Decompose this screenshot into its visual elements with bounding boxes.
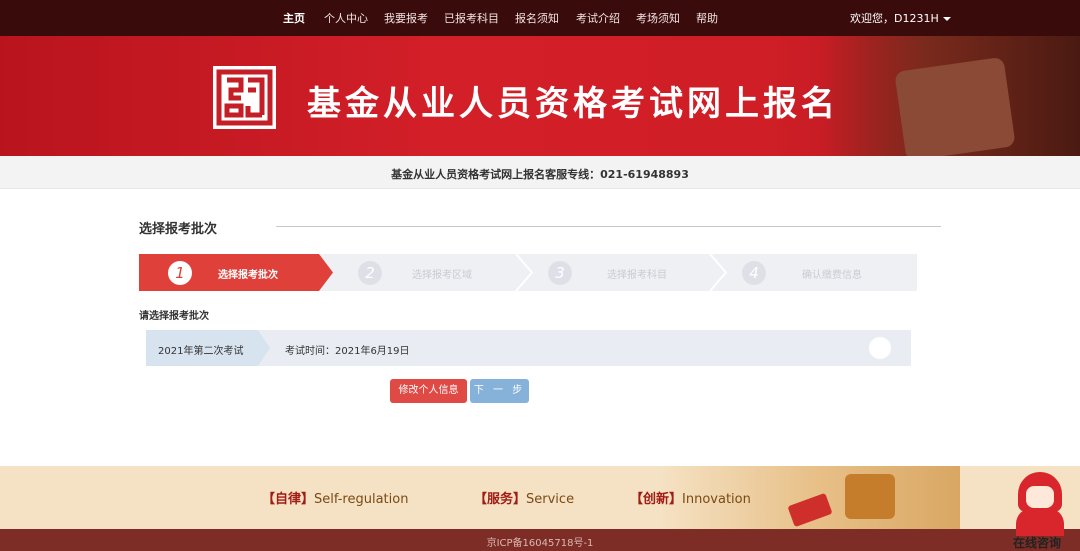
step-label: 选择报考区域: [412, 270, 472, 281]
step-number: 4: [742, 261, 766, 285]
nav-exam-intro[interactable]: 考试介绍: [576, 10, 620, 26]
nav-apply[interactable]: 我要报考: [384, 10, 428, 26]
motto-service: 【服务】Service: [474, 492, 575, 507]
batch-tag: 2021年第二次考试: [146, 330, 270, 366]
step-4: 4 确认缴费信息: [721, 254, 917, 291]
user-menu[interactable]: 欢迎您，D1231H: [850, 10, 951, 26]
top-nav: 主页 个人中心 我要报考 已报考科目 报名须知 考试介绍 考场须知 帮助 欢迎您…: [0, 0, 1080, 36]
header-banner: 基金从业人员资格考试网上报名: [0, 36, 1080, 156]
page-title: 选择报考批次: [139, 222, 218, 237]
hotline-bar: 基金从业人员资格考试网上报名客服专线：021-61948893: [0, 156, 1080, 189]
nav-registered-subjects[interactable]: 已报考科目: [444, 10, 499, 26]
step-number: 1: [168, 261, 192, 285]
step-2: 2 选择报考区域: [333, 254, 527, 291]
banner-title: 基金从业人员资格考试网上报名: [307, 84, 839, 124]
step-3: 3 选择报考科目: [527, 254, 721, 291]
next-step-button[interactable]: 下 一 步: [470, 379, 529, 403]
hotline-text: 基金从业人员资格考试网上报名客服专线：021-61948893: [391, 168, 689, 181]
batch-exam-time: 考试时间：2021年6月19日: [285, 346, 410, 357]
nav-home[interactable]: 主页: [283, 10, 305, 26]
online-consult-widget[interactable]: 在线咨询: [1010, 470, 1070, 551]
step-label: 选择报考批次: [218, 270, 278, 281]
footer-seal-image: [845, 474, 895, 519]
batch-prompt: 请选择报考批次: [139, 311, 209, 322]
chevron-right-icon: [709, 254, 728, 291]
title-divider: [276, 226, 941, 227]
batch-option-row[interactable]: 2021年第二次考试 考试时间：2021年6月19日: [146, 330, 911, 366]
seal-image: [894, 56, 1016, 156]
edit-profile-button[interactable]: 修改个人信息: [390, 379, 467, 403]
batch-name: 2021年第二次考试: [158, 346, 244, 357]
nav-registration-notice[interactable]: 报名须知: [515, 10, 559, 26]
motto-innovation: 【创新】Innovation: [630, 492, 751, 507]
step-progress: 1 选择报考批次 2 选择报考区域 3 选择报考科目 4 确认缴费信息: [139, 254, 917, 291]
icp-text: 京ICP备16045718号-1: [486, 538, 594, 549]
step-label: 选择报考科目: [607, 270, 667, 281]
step-label: 确认缴费信息: [802, 270, 862, 281]
nav-exam-room-notice[interactable]: 考场须知: [636, 10, 680, 26]
association-logo-icon: [213, 66, 276, 129]
caret-down-icon: [942, 17, 951, 21]
consult-label: 在线咨询: [1013, 536, 1062, 550]
step-1: 1 选择报考批次: [139, 254, 333, 291]
step-number: 3: [548, 261, 572, 285]
nav-help[interactable]: 帮助: [696, 10, 718, 26]
motto-self-regulation: 【自律】Self-regulation: [262, 492, 409, 507]
chevron-right-icon: [515, 254, 534, 291]
batch-radio[interactable]: [869, 337, 891, 359]
icp-bar: 京ICP备16045718号-1: [0, 529, 1080, 551]
step-number: 2: [358, 261, 382, 285]
nav-personal-center[interactable]: 个人中心: [324, 10, 368, 26]
welcome-text: 欢迎您，D1231H: [850, 12, 939, 25]
